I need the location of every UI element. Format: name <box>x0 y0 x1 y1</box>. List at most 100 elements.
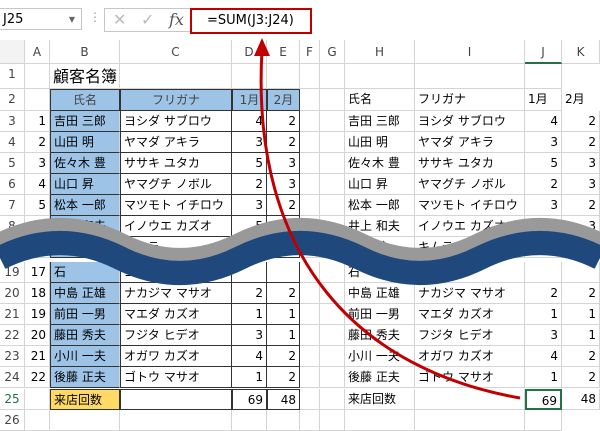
row-header[interactable]: 21 <box>0 304 25 325</box>
selected-cell-J25[interactable]: 69 <box>525 389 562 410</box>
kana-cell: キムラ <box>120 237 232 258</box>
kana-cell: マツモト イチロウ <box>120 195 232 216</box>
feb-cell: 1 <box>267 304 300 325</box>
right-feb-cell: 2 <box>562 346 600 367</box>
row-header[interactable]: 8 <box>0 216 25 237</box>
right-jan-cell: 4 <box>525 346 562 367</box>
row-number: 1 <box>25 111 50 132</box>
right-jan-cell: 1 <box>525 367 562 388</box>
row-header[interactable]: 1 <box>0 64 25 89</box>
row-header[interactable]: 23 <box>0 346 25 367</box>
row-header[interactable]: 19 <box>0 262 25 283</box>
right-name-cell: 後藤 正夫 <box>345 367 415 388</box>
row-number: 18 <box>25 283 50 304</box>
enter-icon[interactable]: ✓ <box>141 9 154 31</box>
jan-cell: 4 <box>232 237 267 258</box>
row-header[interactable]: 2 <box>0 89 25 111</box>
cell[interactable] <box>345 64 415 89</box>
cell[interactable] <box>320 64 345 89</box>
right-feb-cell: 2 <box>562 367 600 388</box>
cell[interactable] <box>300 64 320 89</box>
right-feb-cell: 3 <box>562 153 600 174</box>
row-header[interactable]: 7 <box>0 195 25 216</box>
right-kana-cell: ヤマダ アキラ <box>415 132 525 153</box>
cell <box>320 367 345 388</box>
row-header[interactable]: 25 <box>0 389 25 410</box>
column-header-G[interactable]: G <box>320 40 345 64</box>
fx-icon[interactable]: fx <box>169 9 184 31</box>
column-header-J[interactable]: J <box>525 40 562 64</box>
column-header-K[interactable]: K <box>562 40 600 64</box>
name-cell: 中島 正雄 <box>50 283 120 304</box>
row-header[interactable]: 20 <box>0 283 25 304</box>
total-blank <box>120 389 232 410</box>
cell <box>320 262 345 283</box>
column-header-A[interactable]: A <box>25 40 50 64</box>
cell <box>320 283 345 304</box>
chevron-down-icon[interactable]: ▼ <box>69 9 75 31</box>
right-kana-cell: キムラ <box>415 237 525 258</box>
cancel-icon[interactable]: ✕ <box>113 9 126 31</box>
feb-cell <box>267 262 300 283</box>
name-box[interactable]: J25 ▼ <box>0 8 82 30</box>
cell[interactable] <box>25 89 50 111</box>
formula-bar: J25 ▼ ⋮ ✕ ✓ fx =SUM(J3:J24) <box>0 0 600 41</box>
cell[interactable] <box>320 89 345 111</box>
name-cell: 井上 和夫 <box>50 216 120 237</box>
right-kana-cell: マエダ カズオ <box>415 304 525 325</box>
right-name-cell: 松本 一郎 <box>345 195 415 216</box>
column-header-D[interactable]: D <box>232 40 267 64</box>
formula-input[interactable]: =SUM(J3:J24) <box>190 8 312 34</box>
cell <box>320 111 345 132</box>
name-cell: 山田 明 <box>50 132 120 153</box>
right-name-cell: 山口 昇 <box>345 174 415 195</box>
cell[interactable] <box>300 89 320 111</box>
name-cell: 吉田 三郎 <box>50 111 120 132</box>
row-header[interactable]: 4 <box>0 132 25 153</box>
row-header[interactable]: 22 <box>0 325 25 346</box>
grip-icon: ⋮ <box>89 10 101 24</box>
cell[interactable] <box>232 64 267 89</box>
right-feb-cell: 1 <box>562 304 600 325</box>
row-header[interactable]: 9 <box>0 237 25 258</box>
right-total-feb: 48 <box>562 389 600 410</box>
cell[interactable] <box>415 64 525 89</box>
row-header[interactable]: 3 <box>0 111 25 132</box>
jan-cell: 4 <box>232 111 267 132</box>
feb-cell: 3 <box>267 174 300 195</box>
cell[interactable] <box>525 64 562 89</box>
cell[interactable] <box>415 389 525 410</box>
cell[interactable] <box>25 389 50 410</box>
column-header-I[interactable]: I <box>415 40 525 64</box>
right-kana-cell: オガワ カズオ <box>415 346 525 367</box>
column-header-C[interactable]: C <box>120 40 232 64</box>
column-header-E[interactable]: E <box>267 40 300 64</box>
row-header[interactable]: 5 <box>0 153 25 174</box>
select-all-corner[interactable] <box>0 40 25 64</box>
right-jan-cell: 3 <box>525 325 562 346</box>
right-jan-cell: 5 <box>525 153 562 174</box>
cell[interactable] <box>320 389 345 410</box>
column-header-F[interactable]: F <box>300 40 320 64</box>
cell <box>300 111 320 132</box>
kana-cell: ヤマダ アキラ <box>120 132 232 153</box>
column-header-H[interactable]: H <box>345 40 415 64</box>
right-kana-cell: ヤマグチ ノボル <box>415 174 525 195</box>
name-cell: 石 <box>50 262 120 283</box>
feb-cell: 2 <box>267 237 300 258</box>
cell[interactable] <box>25 64 50 89</box>
right-name-cell: 吉田 三郎 <box>345 111 415 132</box>
column-header-B[interactable]: B <box>50 40 120 64</box>
right-kana-cell: ゴウ <box>415 262 525 283</box>
right-kana-cell: ヨシダ サブロウ <box>415 111 525 132</box>
row-number: 4 <box>25 174 50 195</box>
cell[interactable] <box>267 64 300 89</box>
row-header[interactable]: 24 <box>0 367 25 388</box>
feb-cell: 2 <box>267 195 300 216</box>
cell[interactable] <box>300 389 320 410</box>
right-jan-cell: 1 <box>525 304 562 325</box>
row-header[interactable]: 6 <box>0 174 25 195</box>
right-kana-cell: ナカジマ マサオ <box>415 283 525 304</box>
row-number: 20 <box>25 325 50 346</box>
cell <box>300 153 320 174</box>
